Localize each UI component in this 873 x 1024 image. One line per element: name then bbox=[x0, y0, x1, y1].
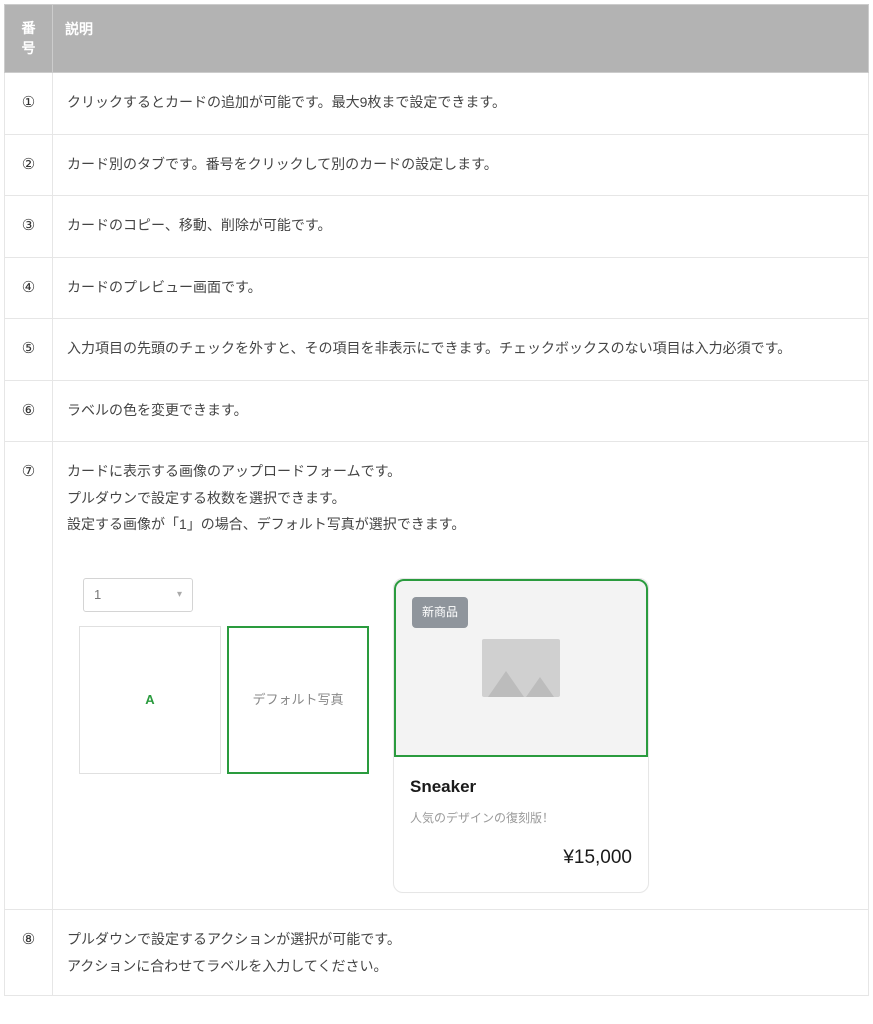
row-description: 入力項目の先頭のチェックを外すと、その項目を非表示にできます。チェックボックスの… bbox=[53, 319, 869, 381]
preview-area: 1 ▾ A デフォルト写真 bbox=[67, 578, 854, 893]
row-description: カード別のタブです。番号をクリックして別のカードの設定します。 bbox=[53, 134, 869, 196]
row-description: ラベルの色を変更できます。 bbox=[53, 380, 869, 442]
card-subtitle: 人気のデザインの復刻版！ bbox=[410, 807, 632, 830]
row-number: ⑥ bbox=[5, 380, 53, 442]
row-number: ③ bbox=[5, 196, 53, 258]
card-image-area: 新商品 bbox=[394, 579, 648, 757]
card-title: Sneaker bbox=[410, 771, 632, 803]
table-row: ⑥ ラベルの色を変更できます。 bbox=[5, 380, 869, 442]
row-number: ⑧ bbox=[5, 910, 53, 996]
row-description: カードのコピー、移動、削除が可能です。 bbox=[53, 196, 869, 258]
thumb-slot-a[interactable]: A bbox=[79, 626, 221, 774]
row-number: ⑦ bbox=[5, 442, 53, 910]
row-number: ⑤ bbox=[5, 319, 53, 381]
image-count-select[interactable]: 1 ▾ bbox=[83, 578, 193, 612]
row-description: プルダウンで設定するアクションが選択が可能です。 アクションに合わせてラベルを入… bbox=[53, 910, 869, 996]
table-row: ① クリックするとカードの追加が可能です。最大9枚まで設定できます。 bbox=[5, 73, 869, 135]
thumb-default[interactable]: デフォルト写真 bbox=[227, 626, 369, 774]
table-row: ④ カードのプレビュー画面です。 bbox=[5, 257, 869, 319]
table-row: ⑧ プルダウンで設定するアクションが選択が可能です。 アクションに合わせてラベル… bbox=[5, 910, 869, 996]
row-description: カードに表示する画像のアップロードフォームです。 プルダウンで設定する枚数を選択… bbox=[53, 442, 869, 910]
table-row: ⑤ 入力項目の先頭のチェックを外すと、その項目を非表示にできます。チェックボック… bbox=[5, 319, 869, 381]
row-description: クリックするとカードの追加が可能です。最大9枚まで設定できます。 bbox=[53, 73, 869, 135]
row-description: カードのプレビュー画面です。 bbox=[53, 257, 869, 319]
description-table: 番号 説明 ① クリックするとカードの追加が可能です。最大9枚まで設定できます。… bbox=[4, 4, 869, 996]
preview-card: 新商品 Sneaker 人気のデザインの復刻版！ ¥15,000 bbox=[393, 578, 649, 893]
table-body: ① クリックするとカードの追加が可能です。最大9枚まで設定できます。 ② カード… bbox=[5, 73, 869, 996]
card-price: ¥15,000 bbox=[410, 840, 632, 876]
table-row: ⑦ カードに表示する画像のアップロードフォームです。 プルダウンで設定する枚数を… bbox=[5, 442, 869, 910]
row-number: ① bbox=[5, 73, 53, 135]
row-number: ④ bbox=[5, 257, 53, 319]
new-badge: 新商品 bbox=[412, 597, 468, 628]
chevron-down-icon: ▾ bbox=[177, 585, 182, 604]
table-row: ② カード別のタブです。番号をクリックして別のカードの設定します。 bbox=[5, 134, 869, 196]
header-description: 説明 bbox=[53, 5, 869, 73]
header-number: 番号 bbox=[5, 5, 53, 73]
table-row: ③ カードのコピー、移動、削除が可能です。 bbox=[5, 196, 869, 258]
select-value: 1 bbox=[94, 583, 101, 608]
row-number: ② bbox=[5, 134, 53, 196]
image-placeholder-icon bbox=[482, 639, 560, 697]
